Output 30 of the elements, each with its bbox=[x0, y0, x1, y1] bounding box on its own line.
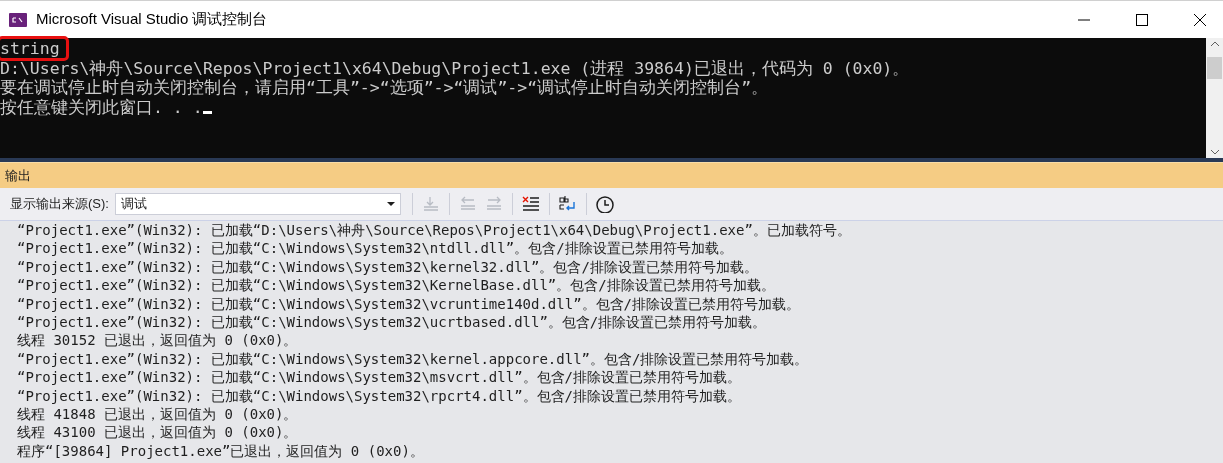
output-line: 线程 43100 已退出，返回值为 0 (0x0)。 bbox=[17, 423, 298, 442]
console-line: 要在调试停止时自动关闭控制台，请启用“工具”->“选项”->“调试”->“调试停止时自动关闭控制台”。 bbox=[0, 78, 769, 98]
console-line: string bbox=[0, 39, 66, 59]
output-line: 程序“[39864] Project1.exe”已退出，返回值为 0 (0x0)。 bbox=[17, 441, 424, 461]
caret-icon bbox=[386, 201, 395, 207]
text-cursor bbox=[202, 111, 212, 114]
output-line: “Project1.exe”(Win32): 已加载“D:\Users\神舟\Source\Repos\Project1\x64\Debug\Project1.exe”。已加载符号。 bbox=[17, 221, 851, 240]
source-label: 显示输出来源(S): bbox=[10, 195, 109, 214]
output-line: 线程 41848 已退出，返回值为 0 (0x0)。 bbox=[17, 405, 298, 424]
output-line: “Project1.exe”(Win32): 已加载“C:\Windows\System32\ntdll.dll”。包含/排除设置已禁用符号加载。 bbox=[17, 239, 733, 258]
console-line: D:\Users\神舟\Source\Repos\Project1\x64\Debug\Project1.exe (进程 39864)已退出，代码为 0 (0x0)。 bbox=[0, 58, 910, 78]
output-line: “Project1.exe”(Win32): 已加载“C:\Windows\System32\msvcrt.dll”。包含/排除设置已禁用符号加载。 bbox=[17, 368, 741, 387]
output-line: “Project1.exe”(Win32): 已加载“C:\Windows\System32\kernel32.dll”。包含/排除设置已禁用符号加载。 bbox=[17, 257, 758, 277]
output-line: “Project1.exe”(Win32): 已加载“C:\Windows\System32\rpcrt4.dll”。包含/排除设置已禁用符号加载。 bbox=[17, 386, 741, 406]
scrollbar[interactable] bbox=[1206, 38, 1223, 158]
maximize-icon bbox=[1136, 13, 1148, 26]
scroll-up-icon[interactable] bbox=[1209, 40, 1220, 48]
scroll-thumb[interactable] bbox=[1207, 57, 1222, 79]
output-line: 线程 30152 已退出，返回值为 0 (0x0)。 bbox=[17, 331, 298, 350]
panel-title: 输出 bbox=[5, 166, 31, 185]
source-dropdown[interactable]: 调试 bbox=[114, 193, 401, 215]
output-line: “Project1.exe”(Win32): 已加载“C:\Windows\System32\vcruntime140d.dll”。包含/排除设置已禁用符号加载。 bbox=[17, 294, 800, 314]
output-line: “Project1.exe”(Win32): 已加载“C:\Windows\System32\ucrtbased.dll”。包含/排除设置已禁用符号加载。 bbox=[17, 313, 767, 332]
output-line: “Project1.exe”(Win32): 已加载“C:\Windows\System32\KernelBase.dll”。包含/排除设置已禁用符号加载。 bbox=[17, 276, 775, 295]
close-icon bbox=[1194, 13, 1206, 26]
console-app-icon bbox=[9, 12, 27, 27]
console-line: 按任意键关闭此窗口. . . bbox=[0, 97, 203, 117]
scroll-down-icon[interactable] bbox=[1209, 148, 1220, 156]
window-title: Microsoft Visual Studio 调试控制台 bbox=[36, 9, 268, 30]
output-line: “Project1.exe”(Win32): 已加载“C:\Windows\System32\kernel.appcore.dll”。包含/排除设置已禁用符号加载。 bbox=[17, 349, 809, 369]
